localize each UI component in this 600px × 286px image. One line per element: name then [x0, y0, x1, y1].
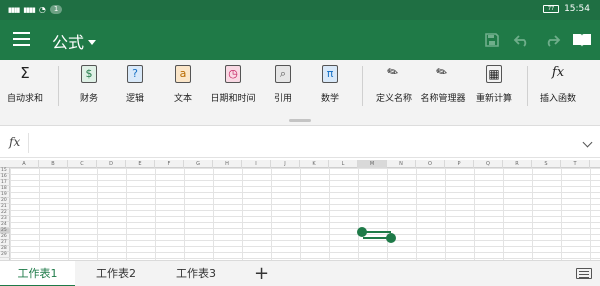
recalculate-icon: ▦: [486, 65, 502, 83]
finance-icon: $: [81, 65, 97, 83]
app-window: ▮▮▮▮ ▮▮▮▮ ◔ 1 77 15:54 公式 Σ 自动求和 $ 财务 ? …: [0, 0, 600, 286]
undo-icon: [513, 35, 527, 47]
ribbon-label: 重新计算: [475, 94, 512, 104]
define-name-icon: ✎: [384, 63, 402, 82]
column-header-b[interactable]: B: [39, 160, 68, 168]
column-header-q[interactable]: Q: [474, 160, 503, 168]
ribbon-tab-selector[interactable]: 公式: [52, 29, 97, 53]
chevron-down-icon[interactable]: [582, 137, 593, 148]
ribbon-label: 插入函数: [539, 94, 576, 104]
save-icon: [485, 33, 499, 47]
ribbon-collapse-handle[interactable]: [289, 119, 311, 122]
ribbon-recalculate[interactable]: ▦ 重新计算: [466, 65, 522, 104]
clock-time: 15:54: [564, 4, 590, 14]
undo-button[interactable]: [512, 30, 532, 50]
status-bar: ▮▮▮▮ ▮▮▮▮ ◔ 1 77 15:54: [0, 0, 600, 20]
name-manager-icon: ✎: [433, 63, 451, 82]
formula-ribbon: Σ 自动求和 $ 财务 ? 逻辑 a 文本 ◷ 日期和时间 ⌕ 引用 π 数学: [0, 60, 600, 118]
column-headers: ABCDEFGHIJKLMNOPQRST: [0, 160, 600, 168]
app-bar: 公式: [0, 20, 600, 60]
sigma-icon: Σ: [20, 64, 30, 82]
ribbon-label: 文本: [173, 94, 192, 104]
ribbon-separator: [527, 66, 528, 106]
ribbon-text[interactable]: a 文本: [155, 65, 211, 104]
ribbon-separator: [58, 66, 59, 106]
column-header-n[interactable]: N: [387, 160, 416, 168]
formula-bar: fx: [0, 128, 600, 158]
selection-line: [363, 231, 391, 233]
book-icon: [573, 34, 591, 47]
notification-badge: 1: [49, 5, 63, 14]
spreadsheet-grid[interactable]: ABCDEFGHIJKLMNOPQRST 15 16 17 18 19 20 21 22 23 2…: [0, 160, 600, 260]
wifi-icon: ◔: [38, 5, 46, 14]
ribbon-date-time[interactable]: ◷ 日期和时间: [205, 65, 261, 104]
cell-selection[interactable]: [357, 227, 396, 243]
formula-divider: [28, 133, 29, 153]
sheet-tab[interactable]: 工作表1: [0, 261, 75, 286]
selection-handle-end[interactable]: [386, 233, 396, 243]
signal-icon: ▮▮▮▮: [8, 5, 20, 14]
column-header-k[interactable]: K: [300, 160, 329, 168]
add-sheet-button[interactable]: +: [254, 263, 269, 284]
column-header-d[interactable]: D: [97, 160, 126, 168]
formula-input[interactable]: [34, 132, 564, 154]
lookup-icon: ⌕: [275, 65, 291, 83]
status-right: 77 15:54: [543, 4, 590, 14]
column-header-j[interactable]: J: [271, 160, 300, 168]
redo-icon: [547, 35, 561, 47]
column-header-m[interactable]: M: [358, 160, 387, 168]
signal-icon: ▮▮▮▮: [23, 5, 35, 14]
redo-button[interactable]: [542, 30, 562, 50]
column-header-l[interactable]: L: [329, 160, 358, 168]
column-header-f[interactable]: F: [155, 160, 184, 168]
column-header-a[interactable]: A: [10, 160, 39, 168]
insert-function-icon: fx: [551, 65, 565, 80]
logic-icon: ?: [127, 65, 143, 83]
read-mode-button[interactable]: [572, 30, 592, 50]
column-header-r[interactable]: R: [503, 160, 532, 168]
column-header-t[interactable]: T: [561, 160, 590, 168]
cell-area[interactable]: [10, 168, 600, 260]
row-header-29[interactable]: 29: [0, 252, 10, 258]
menu-icon[interactable]: [13, 32, 30, 46]
ribbon-tab-title: 公式: [52, 33, 85, 52]
text-icon: a: [175, 65, 191, 83]
math-icon: π: [322, 65, 338, 83]
row-headers: 15 16 17 18 19 20 21 22 23 24 25 26 27 28 29: [0, 168, 10, 260]
clock-icon: ◷: [225, 65, 241, 83]
status-left: ▮▮▮▮ ▮▮▮▮ ◔ 1: [8, 5, 63, 14]
sheet-tabs: 工作表1 工作表2 工作表3 +: [0, 260, 600, 286]
ribbon-math[interactable]: π 数学: [302, 65, 358, 104]
ribbon-label: 名称管理器: [420, 94, 466, 104]
keyboard-icon[interactable]: [576, 268, 592, 279]
fx-icon: fx: [9, 135, 21, 149]
column-header-e[interactable]: E: [126, 160, 155, 168]
sheet-tab[interactable]: 工作表3: [158, 261, 234, 286]
ribbon-label: 数学: [320, 94, 339, 104]
column-header-o[interactable]: O: [416, 160, 445, 168]
column-header-h[interactable]: H: [213, 160, 242, 168]
ribbon-name-manager[interactable]: ✎ 名称管理器: [415, 63, 471, 104]
column-header-i[interactable]: I: [242, 160, 271, 168]
appbar-actions: [482, 30, 592, 50]
ribbon-label: 日期和时间: [210, 94, 256, 104]
ribbon-label: 定义名称: [375, 94, 412, 104]
ribbon-insert-function[interactable]: fx 插入函数: [530, 65, 586, 104]
column-header-g[interactable]: G: [184, 160, 213, 168]
sheet-tab[interactable]: 工作表2: [80, 261, 152, 286]
ribbon-define-name[interactable]: ✎ 定义名称: [366, 63, 422, 104]
caret-down-icon: [88, 39, 97, 45]
column-header-s[interactable]: S: [532, 160, 561, 168]
ribbon-separator: [362, 66, 363, 106]
ribbon-autosum[interactable]: Σ 自动求和: [0, 65, 53, 104]
battery-icon: 77: [543, 5, 560, 13]
column-header-c[interactable]: C: [68, 160, 97, 168]
column-header-p[interactable]: P: [445, 160, 474, 168]
save-button[interactable]: [482, 30, 502, 50]
ribbon-label: 自动求和: [6, 94, 43, 104]
